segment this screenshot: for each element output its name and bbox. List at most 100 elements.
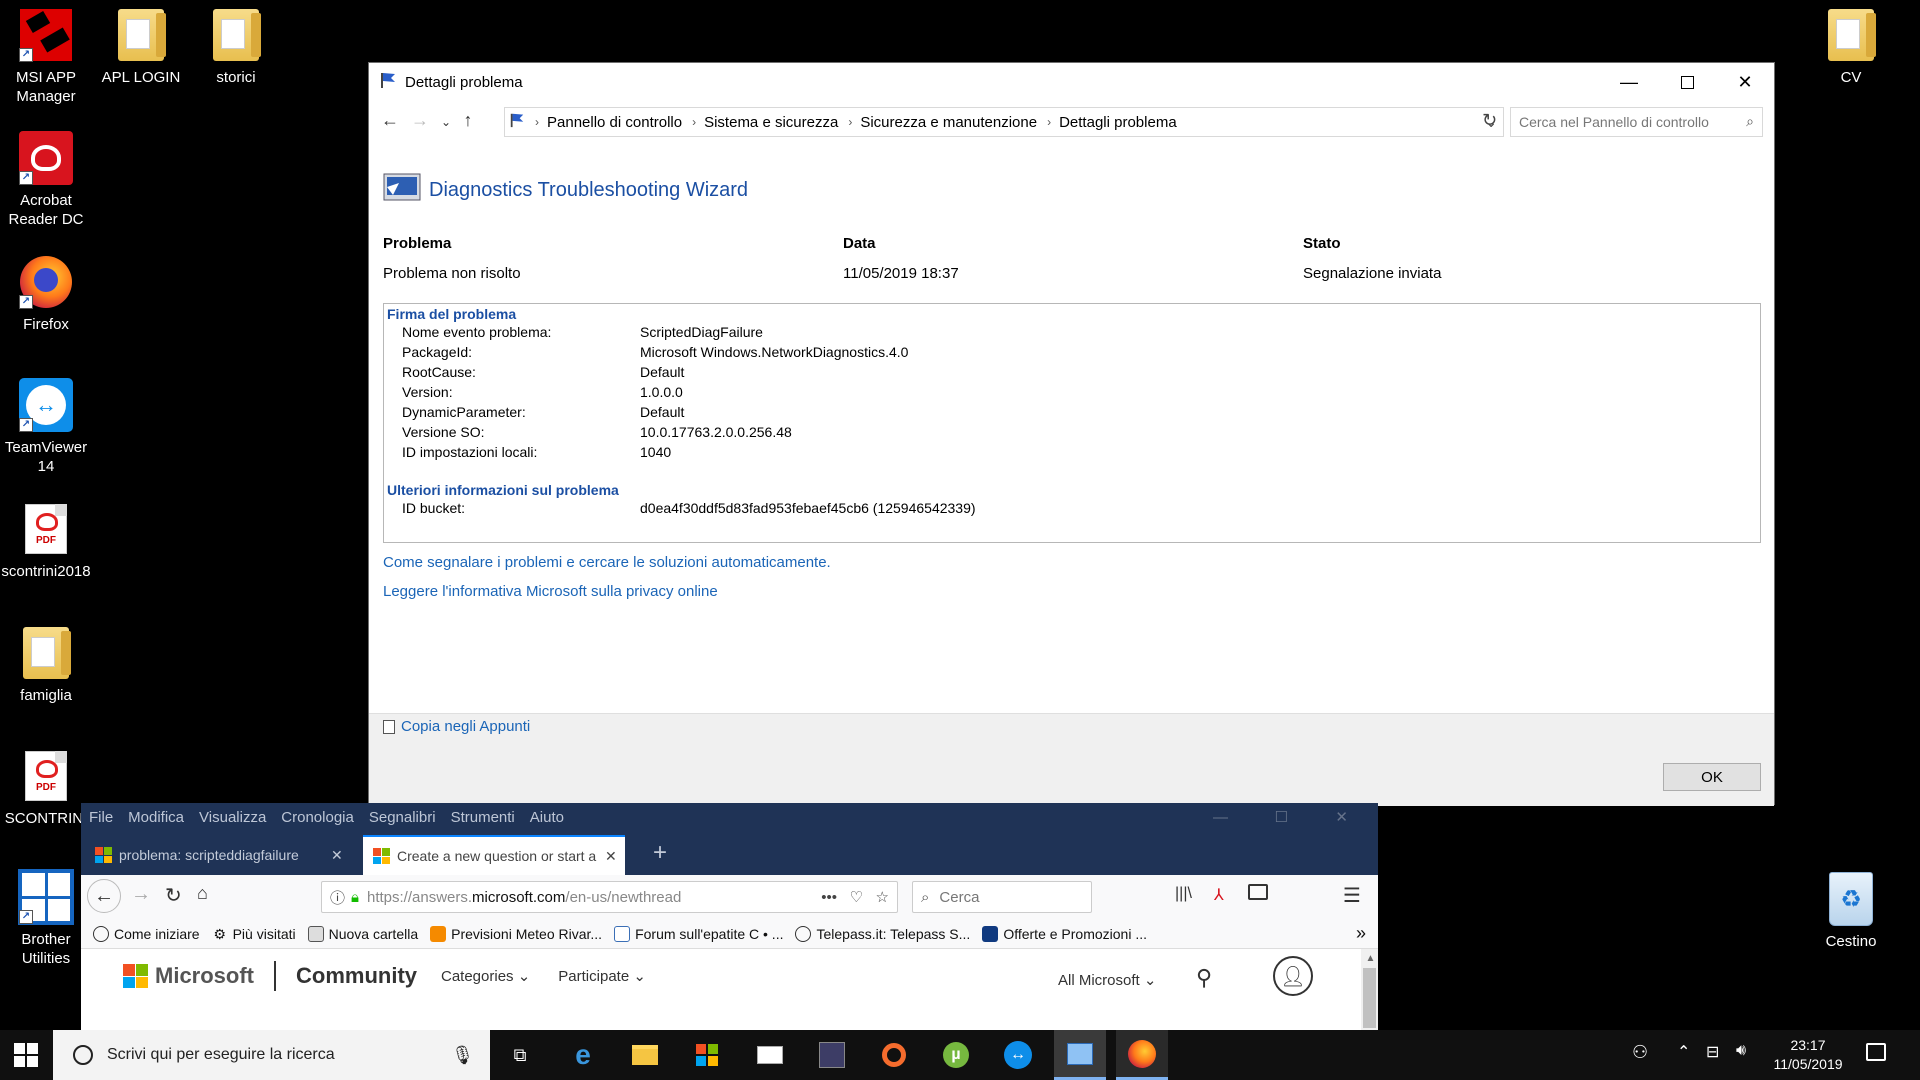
minimize-button[interactable]: — — [1213, 809, 1228, 826]
network-icon[interactable]: ⊟ — [1706, 1042, 1719, 1062]
menu-edit[interactable]: Modifica — [128, 809, 184, 826]
chevron-right-icon[interactable]: › — [692, 115, 696, 129]
close-tab-icon[interactable]: ✕ — [605, 848, 617, 865]
library-icon[interactable]: |||\ — [1175, 885, 1192, 903]
hamburger-menu-icon[interactable]: ☰ — [1343, 883, 1361, 908]
pocket-icon[interactable]: ♡ — [850, 888, 863, 906]
breadcrumb-control-panel[interactable]: Pannello di controllo — [547, 114, 682, 131]
close-button[interactable]: ✕ — [1335, 808, 1348, 826]
up-button[interactable]: ↑ — [455, 110, 481, 131]
chevron-right-icon: › — [535, 115, 539, 129]
menu-tools[interactable]: Strumenti — [451, 809, 515, 826]
search-icon[interactable]: ⚲ — [1196, 965, 1212, 991]
desktop-icon-firefox[interactable]: ↗ Firefox — [0, 253, 92, 334]
forward-button[interactable]: → — [407, 110, 433, 131]
nav-participate[interactable]: Participate ⌄ — [558, 967, 646, 985]
close-tab-icon[interactable]: ✕ — [331, 847, 343, 864]
desktop-icon-scontrini2018[interactable]: PDF scontrini2018 — [0, 500, 92, 581]
user-avatar[interactable]: 👤︎ — [1273, 956, 1313, 996]
url-bar[interactable]: ⓘ 🔒︎ https://answers.microsoft.com/en-us… — [321, 881, 898, 913]
reload-button[interactable]: ↻ — [165, 883, 182, 908]
microphone-icon[interactable]: 🎙︎ — [451, 1045, 474, 1066]
menu-history[interactable]: Cronologia — [281, 809, 354, 826]
microsoft-logo-icon[interactable] — [123, 964, 148, 988]
desktop-icon-apl-login[interactable]: APL LOGIN — [95, 6, 187, 87]
people-icon[interactable]: ⚇ — [1632, 1042, 1648, 1063]
bookmark-getting-started[interactable]: Come iniziare — [93, 925, 200, 942]
report-solutions-link[interactable]: Come segnalare i problemi e cercare le s… — [383, 554, 831, 571]
ok-button[interactable]: OK — [1663, 763, 1761, 791]
bookmark-meteo[interactable]: Previsioni Meteo Rivar... — [430, 925, 602, 942]
home-button[interactable]: ⌂ — [197, 883, 208, 904]
taskbar-search[interactable]: Scrivi qui per eseguire la ricerca 🎙︎ — [53, 1030, 490, 1080]
app-icon[interactable] — [817, 1040, 847, 1070]
nav-categories[interactable]: Categories ⌄ — [441, 967, 530, 985]
search-input[interactable]: ⌕ Cerca — [912, 881, 1092, 913]
maximize-button[interactable]: ☐ — [1275, 808, 1288, 826]
menu-view[interactable]: Visualizza — [199, 809, 266, 826]
active-app-control-panel[interactable] — [1054, 1030, 1106, 1080]
file-explorer-icon[interactable] — [630, 1040, 660, 1070]
task-view-icon[interactable]: ⧉ — [505, 1040, 535, 1070]
maximize-button[interactable] — [1658, 63, 1716, 101]
bookmark-telepass[interactable]: Telepass.it: Telepass S... — [795, 925, 970, 942]
bookmark-forum[interactable]: Forum sull'epatite C • ... — [614, 925, 783, 942]
back-button[interactable]: ← — [377, 110, 403, 131]
menu-bookmarks[interactable]: Segnalibri — [369, 809, 436, 826]
desktop-icon-storici[interactable]: storici — [190, 6, 282, 87]
pdf-addon-icon[interactable]: ⅄ — [1214, 885, 1224, 905]
start-button[interactable] — [14, 1043, 38, 1067]
bookmark-star-icon[interactable]: ☆ — [876, 888, 889, 906]
utorrent-icon[interactable]: µ — [941, 1040, 971, 1070]
all-microsoft-menu[interactable]: All Microsoft ⌄ — [1058, 971, 1156, 989]
chevron-right-icon[interactable]: › — [848, 115, 852, 129]
desktop-icon-teamviewer[interactable]: ↔ ↗ TeamViewer 14 — [0, 376, 92, 476]
edge-icon[interactable]: e — [568, 1039, 598, 1070]
new-tab-button[interactable]: + — [653, 839, 667, 867]
search-input[interactable]: Cerca nel Pannello di controllo ⌕ — [1510, 107, 1763, 137]
copy-to-clipboard-link[interactable]: Copia negli Appunti — [383, 718, 530, 735]
desktop-icon-cv[interactable]: CV — [1805, 6, 1897, 87]
clock[interactable]: 23:17 11/05/2019 — [1768, 1036, 1848, 1074]
sidebar-icon[interactable] — [1248, 884, 1268, 900]
address-bar[interactable]: › Pannello di controllo › Sistema e sicu… — [504, 107, 1504, 137]
tab-new-question[interactable]: Create a new question or start a ✕ — [363, 835, 625, 875]
volume-icon[interactable]: 🔊︎ — [1736, 1042, 1746, 1060]
menu-help[interactable]: Aiuto — [530, 809, 564, 826]
close-button[interactable]: ✕ — [1716, 63, 1774, 101]
privacy-link[interactable]: Leggere l'informativa Microsoft sulla pr… — [383, 583, 718, 600]
bookmark-new-folder[interactable]: Nuova cartella — [307, 925, 418, 942]
back-button[interactable]: ← — [87, 879, 121, 913]
breadcrumb-system-security[interactable]: Sistema e sicurezza — [704, 114, 838, 131]
forward-button[interactable]: → — [131, 883, 151, 906]
show-hidden-icons[interactable]: ⌃ — [1677, 1042, 1690, 1062]
teamviewer-icon[interactable]: ↔ — [1003, 1040, 1033, 1070]
more-bookmarks-icon[interactable]: » — [1356, 923, 1366, 944]
desktop-icon-msi-app-manager[interactable]: ↗ MSI APP Manager — [0, 6, 92, 106]
bookmark-most-visited[interactable]: ⚙ Più visitati — [212, 926, 295, 942]
mail-icon[interactable] — [755, 1040, 785, 1070]
minimize-button[interactable]: — — [1600, 63, 1658, 101]
store-icon[interactable] — [692, 1040, 722, 1070]
desktop-icon-brother-utilities[interactable]: ↗ Brother Utilities — [0, 868, 92, 968]
breadcrumb-problem-details[interactable]: Dettagli problema — [1059, 114, 1177, 131]
community-title[interactable]: Community — [296, 963, 417, 989]
microsoft-brand[interactable]: Microsoft — [155, 963, 254, 989]
desktop-icon-scontrini[interactable]: PDF SCONTRINI — [0, 747, 92, 828]
tab-problem[interactable]: problema: scripteddiagfailure ✕ — [85, 835, 357, 875]
desktop-icon-recycle-bin[interactable]: ♻ Cestino — [1805, 870, 1897, 951]
origin-icon[interactable] — [879, 1040, 909, 1070]
menu-file[interactable]: File — [89, 809, 113, 826]
info-icon[interactable]: ⓘ — [330, 887, 345, 908]
notifications-icon[interactable] — [1866, 1043, 1886, 1061]
desktop-icon-famiglia[interactable]: famiglia — [0, 624, 92, 705]
active-app-firefox[interactable] — [1116, 1030, 1168, 1080]
problem-signature-box[interactable]: Firma del problema Nome evento problema:… — [383, 303, 1761, 543]
refresh-button[interactable]: ↻ — [1482, 110, 1497, 131]
scrollbar[interactable]: ▲ — [1361, 949, 1378, 1030]
breadcrumb-security-maintenance[interactable]: Sicurezza e manutenzione — [860, 114, 1037, 131]
chevron-right-icon[interactable]: › — [1047, 115, 1051, 129]
desktop-icon-acrobat-reader[interactable]: ↗ Acrobat Reader DC — [0, 129, 92, 229]
bookmark-offers[interactable]: Offerte e Promozioni ... — [982, 925, 1147, 942]
page-actions-icon[interactable]: ••• — [821, 889, 837, 906]
